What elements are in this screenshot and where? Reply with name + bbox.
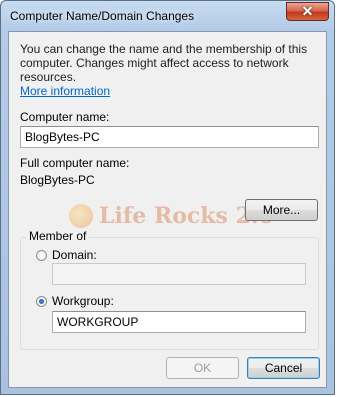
close-icon: ✕ [301,3,314,19]
more-button[interactable]: More... [245,199,318,221]
dialog-body: You can change the name and the membersh… [8,31,327,388]
workgroup-radio-selected-dot [39,299,44,304]
computer-name-input[interactable]: BlogBytes-PC [20,126,319,148]
workgroup-label[interactable]: Workgroup: [52,294,114,308]
member-of-legend: Member of [26,229,90,243]
computer-name-label: Computer name: [20,110,110,124]
full-computer-name-label: Full computer name: [20,156,130,170]
description: You can change the name and the membersh… [20,42,320,98]
domain-label[interactable]: Domain: [52,248,97,262]
cancel-button[interactable]: Cancel [247,357,320,379]
window-title: Computer Name/Domain Changes [10,9,195,23]
workgroup-radio[interactable] [36,296,47,307]
ok-button[interactable]: OK [166,357,239,379]
watermark: Life Rocks 2.0 [69,203,274,229]
domain-input[interactable] [52,263,306,285]
workgroup-input[interactable]: WORKGROUP [52,311,306,333]
title-bar[interactable]: Computer Name/Domain Changes ✕ [1,1,334,31]
close-button[interactable]: ✕ [286,2,329,21]
more-information-link[interactable]: More information [20,84,110,98]
globe-logo-icon [69,204,93,228]
domain-radio[interactable] [36,250,47,261]
dialog-window: Computer Name/Domain Changes ✕ You can c… [0,0,335,395]
full-computer-name-value: BlogBytes-PC [20,173,95,187]
description-text: You can change the name and the membersh… [20,42,308,84]
